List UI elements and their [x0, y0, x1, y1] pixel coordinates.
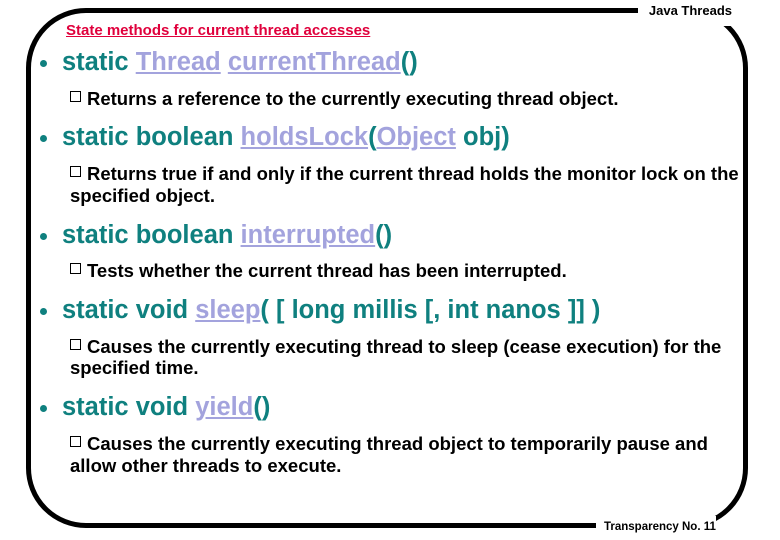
signature-text: static boolean	[62, 123, 241, 152]
signature-text: (	[368, 123, 377, 152]
bullet-list: static Thread currentThread() Returns a r…	[28, 48, 748, 477]
sub-bullet-square-icon	[70, 165, 81, 177]
signature-text: ()	[375, 220, 393, 249]
page-title: State methods for current thread accesse…	[66, 22, 371, 39]
method-link[interactable]: currentThread	[228, 48, 401, 76]
method-link[interactable]: interrupted	[241, 221, 376, 249]
method-description-text: Returns true if and only if the current …	[70, 162, 739, 206]
method-signature: static void sleep( [ long millis [, int …	[28, 296, 748, 326]
bullet-dot-icon	[40, 135, 47, 143]
slide-canvas: Java Threads State methods for current t…	[0, 0, 780, 540]
bullet-dot-icon	[40, 60, 47, 67]
signature-text: static void	[62, 393, 196, 422]
page-header-title: Java Threads	[648, 3, 732, 18]
transparency-number: Transparency No. 11	[604, 521, 716, 533]
signature-text: static	[62, 48, 136, 76]
method-description-text: Causes the currently executing thread ob…	[70, 432, 708, 476]
method-description-text: Causes the currently executing thread to…	[70, 335, 722, 379]
bullet-block: static Thread currentThread() Returns a r…	[28, 48, 748, 123]
sub-bullet-square-icon	[70, 263, 81, 275]
method-signature: static Thread currentThread()	[28, 48, 748, 78]
bullet-block: static boolean holdsLock(Object obj) Retu…	[28, 123, 748, 220]
signature-text: ()	[400, 48, 418, 76]
method-description: Causes the currently executing thread ob…	[28, 433, 748, 477]
sub-bullet-square-icon	[70, 338, 81, 350]
bullet-dot-icon	[40, 308, 47, 316]
bullet-block: static boolean interrupted() Tests whethe…	[28, 221, 748, 296]
method-description-text: Returns a reference to the currently exe…	[87, 87, 619, 109]
method-description: Returns true if and only if the current …	[28, 163, 748, 207]
bullet-block: static void sleep( [ long millis [, int …	[28, 296, 748, 393]
method-signature: static void yield()	[28, 393, 748, 423]
signature-text: static void	[62, 296, 196, 325]
slide-body: static Thread currentThread() Returns a r…	[28, 48, 748, 477]
method-link[interactable]: Object	[377, 123, 456, 151]
bullet-dot-icon	[40, 405, 47, 413]
method-link[interactable]: holdsLock	[241, 123, 369, 151]
bullet-block: static void yield() Causes the currently …	[28, 393, 748, 476]
method-link[interactable]: Thread	[136, 48, 221, 76]
method-link[interactable]: yield	[195, 393, 253, 421]
signature-text: ()	[253, 393, 271, 422]
sub-bullet-square-icon	[70, 90, 81, 102]
method-link[interactable]: sleep	[195, 296, 260, 324]
method-description: Returns a reference to the currently exe…	[28, 88, 748, 110]
signature-text: obj)	[455, 123, 510, 152]
sub-bullet-square-icon	[70, 435, 81, 447]
signature-text: static boolean	[62, 220, 241, 249]
method-signature: static boolean holdsLock(Object obj)	[28, 123, 748, 153]
signature-text: ( [ long millis [, int nanos ]] )	[260, 296, 601, 325]
bullet-dot-icon	[40, 232, 47, 240]
method-description-text: Tests whether the current thread has bee…	[87, 260, 567, 282]
method-description: Causes the currently executing thread to…	[28, 336, 748, 380]
signature-text	[221, 48, 228, 76]
method-signature: static boolean interrupted()	[28, 221, 748, 251]
method-description: Tests whether the current thread has bee…	[28, 260, 748, 282]
